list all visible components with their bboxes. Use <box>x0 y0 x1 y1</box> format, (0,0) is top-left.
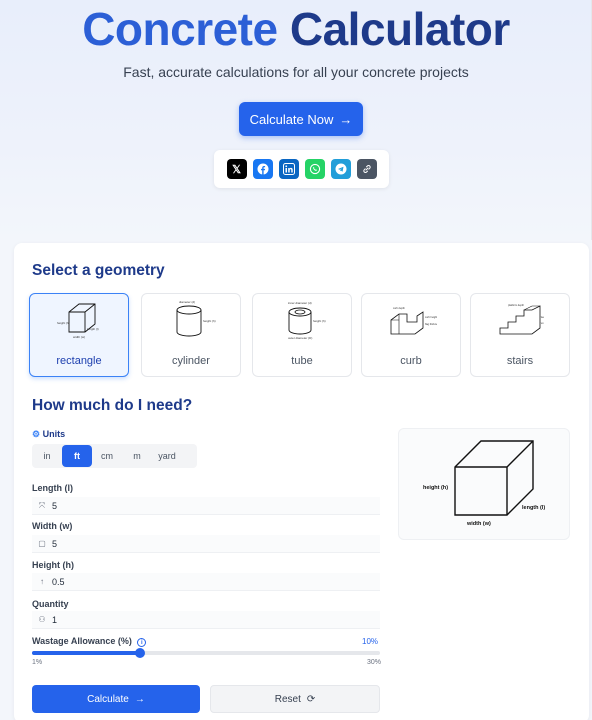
arrow-up-icon: ↑ <box>40 577 44 586</box>
width-label: Width (w) <box>32 521 73 531</box>
width-input[interactable]: ▢ 5 <box>32 535 380 553</box>
geometry-option-rectangle[interactable]: height (h) length (l) width (w) rectangl… <box>29 293 129 377</box>
geometry-option-curb[interactable]: curb depth curb height flag thickness cu… <box>361 293 461 377</box>
x-icon[interactable]: 𝕏 <box>226 159 247 179</box>
svg-text:outer diameter (D): outer diameter (D) <box>288 336 312 340</box>
length-value: 5 <box>52 500 58 511</box>
square-icon: ▢ <box>38 539 46 548</box>
users-icon: ⚇ <box>38 615 46 624</box>
svg-text:curb height: curb height <box>425 316 437 319</box>
expand-icon: ⤧ <box>38 500 46 510</box>
length-input[interactable]: ⤧ 5 <box>32 497 380 515</box>
title-part-2: Calculator <box>289 3 510 55</box>
info-icon[interactable]: i <box>137 638 147 647</box>
height-value: 0.5 <box>52 576 65 587</box>
quantity-input[interactable]: ⚇ 1 <box>32 611 380 629</box>
wastage-max: 30% <box>367 659 382 666</box>
wastage-slider-thumb[interactable] <box>134 648 145 658</box>
refresh-icon: ⟳ <box>306 693 316 705</box>
whatsapp-icon[interactable] <box>304 159 325 179</box>
svg-text:run: run <box>540 322 544 325</box>
svg-text:length (l): length (l) <box>87 327 99 331</box>
reset-label: Reset <box>274 693 301 705</box>
wastage-min: 1% <box>32 659 43 666</box>
svg-text:platform depth: platform depth <box>508 304 525 307</box>
form-heading: How much do I need? <box>32 397 193 414</box>
hero-section: Concrete Calculator Fast, accurate calcu… <box>0 0 592 240</box>
calculate-button[interactable]: Calculate → <box>32 685 200 713</box>
preview-height-label: height (h) <box>423 485 448 491</box>
unit-ft[interactable]: ft <box>62 445 92 467</box>
geometry-label: tube <box>291 355 313 367</box>
page-title: Concrete Calculator <box>0 2 592 56</box>
link-icon[interactable] <box>356 159 377 179</box>
width-value: 5 <box>52 538 58 549</box>
shape-preview: height (h) length (l) width (w) <box>398 428 570 540</box>
units-label: Units <box>42 429 66 439</box>
geometry-option-stairs[interactable]: platform depth rise run stairs <box>470 293 570 377</box>
quantity-value: 1 <box>52 614 58 625</box>
calculate-now-label: Calculate Now <box>249 111 334 127</box>
calculate-label: Calculate <box>87 693 129 705</box>
page-subtitle: Fast, accurate calculations for all your… <box>123 64 469 80</box>
unit-in[interactable]: in <box>32 445 62 467</box>
svg-text:curb depth: curb depth <box>393 307 405 310</box>
gear-icon: ⚙ <box>32 429 41 439</box>
geometry-heading: Select a geometry <box>32 262 165 279</box>
calculate-now-button[interactable]: Calculate Now → <box>239 102 363 136</box>
unit-m[interactable]: m <box>122 445 152 467</box>
wastage-slider-fill <box>32 651 140 655</box>
preview-width-label: width (w) <box>466 521 491 527</box>
geometry-option-tube[interactable]: inner diameter (d) height (h) outer diam… <box>252 293 352 377</box>
svg-text:height (h): height (h) <box>203 319 216 323</box>
svg-text:height (h): height (h) <box>313 319 326 323</box>
arrow-right-icon: → <box>134 693 145 705</box>
facebook-icon[interactable] <box>252 159 273 179</box>
wastage-label-row: Wastage Allowance (%) i <box>32 636 147 647</box>
unit-cm[interactable]: cm <box>92 445 122 467</box>
svg-text:rise: rise <box>540 316 545 319</box>
rectangle-diagram: height (h) length (l) width (w) <box>57 303 99 339</box>
tube-diagram: inner diameter (d) height (h) outer diam… <box>288 301 326 340</box>
rectangle-preview-diagram: height (h) length (l) width (w) <box>423 440 545 527</box>
geometry-label: rectangle <box>56 355 102 367</box>
length-label: Length (l) <box>32 483 73 493</box>
geometry-label: stairs <box>506 355 534 367</box>
height-input[interactable]: ↑ 0.5 <box>32 573 380 591</box>
reset-button[interactable]: Reset ⟳ <box>210 685 380 713</box>
height-label: Height (h) <box>32 560 74 570</box>
preview-length-label: length (l) <box>522 505 545 511</box>
svg-text:diameter (d): diameter (d) <box>179 300 195 304</box>
share-bar: 𝕏 <box>214 150 389 188</box>
cylinder-diagram: diameter (d) height (h) <box>176 300 216 337</box>
telegram-icon[interactable] <box>330 159 351 179</box>
units-selector: in ft cm m yard <box>32 444 197 468</box>
svg-text:width (w): width (w) <box>73 335 85 339</box>
svg-text:inner diameter (d): inner diameter (d) <box>288 301 312 305</box>
title-part-1: Concrete <box>82 3 278 55</box>
stairs-diagram: platform depth rise run <box>499 304 545 335</box>
geometry-option-cylinder[interactable]: diameter (d) height (h) cylinder <box>141 293 241 377</box>
geometry-label: curb <box>400 355 422 367</box>
curb-diagram: curb depth curb height flag thickness <box>390 307 437 335</box>
quantity-label: Quantity <box>32 599 69 609</box>
svg-text:height (h): height (h) <box>57 321 70 325</box>
svg-text:flag thickness: flag thickness <box>425 323 437 326</box>
unit-yard[interactable]: yard <box>152 445 182 467</box>
wastage-slider[interactable] <box>32 648 380 658</box>
linkedin-icon[interactable] <box>278 159 299 179</box>
geometry-label: cylinder <box>172 355 210 367</box>
arrow-right-icon: → <box>339 111 353 127</box>
units-label-row: ⚙ Units <box>32 429 65 440</box>
wastage-value: 10% <box>362 637 379 646</box>
wastage-label: Wastage Allowance (%) <box>32 636 132 646</box>
